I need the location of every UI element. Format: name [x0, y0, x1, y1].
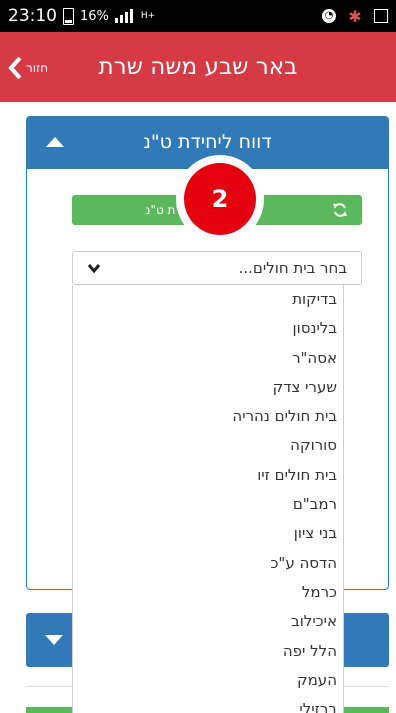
dropdown-option[interactable]: העמק — [73, 666, 343, 695]
refresh-icon — [333, 203, 347, 217]
status-time: 23:10 — [8, 6, 57, 26]
dropdown-option[interactable]: ברזילי — [73, 695, 343, 713]
dropdown-option[interactable]: רמב"ם — [73, 490, 343, 519]
hospital-select[interactable]: בחר בית חולים... — [72, 251, 362, 285]
gallery-icon — [374, 9, 388, 23]
dropdown-option[interactable]: שערי צדק — [73, 373, 343, 402]
back-button[interactable]: חזור — [8, 54, 48, 82]
hospital-dropdown-list: בדיקות בלינסון אסה"ר שערי צדק בית חולים … — [72, 285, 344, 713]
step-badge: 2 — [176, 155, 264, 243]
chevron-down-icon[interactable] — [44, 633, 64, 647]
chevron-down-icon — [87, 264, 101, 274]
battery-icon — [63, 7, 74, 25]
signal-icon — [114, 9, 133, 23]
dropdown-option[interactable]: הלל יפה — [73, 637, 343, 666]
status-bar: 23:10 16% H+ ◔ ✱ — [0, 0, 396, 32]
dropdown-option[interactable]: בלינסון — [73, 314, 343, 343]
dropdown-option[interactable]: בית חולים נהריה — [73, 402, 343, 431]
dropdown-option[interactable]: הדסה ע"כ — [73, 549, 343, 578]
dropdown-option[interactable]: סורוקה — [73, 431, 343, 460]
notification-icon: ✱ — [348, 6, 362, 26]
dropdown-option[interactable]: אסה"ר — [73, 344, 343, 373]
battery-percent: 16% — [80, 8, 109, 24]
network-type: H+ — [140, 11, 156, 21]
chevron-left-icon — [8, 56, 22, 80]
dropdown-option[interactable]: איכילוב — [73, 607, 343, 636]
page-title: באר שבע משה שרת — [98, 54, 298, 80]
hospital-select-value: בחר בית חולים... — [238, 259, 347, 277]
back-label: חזור — [26, 61, 49, 75]
sync-icon: ◔ — [322, 9, 336, 23]
dropdown-option[interactable]: בני ציון — [73, 519, 343, 548]
step-number: 2 — [184, 163, 256, 235]
dropdown-option[interactable]: בדיקות — [73, 285, 343, 314]
app-header: באר שבע משה שרת חזור — [0, 32, 396, 102]
dropdown-option[interactable]: בית חולים זיו — [73, 461, 343, 490]
dropdown-option[interactable]: כרמל — [73, 578, 343, 607]
chevron-up-icon[interactable] — [45, 135, 65, 149]
